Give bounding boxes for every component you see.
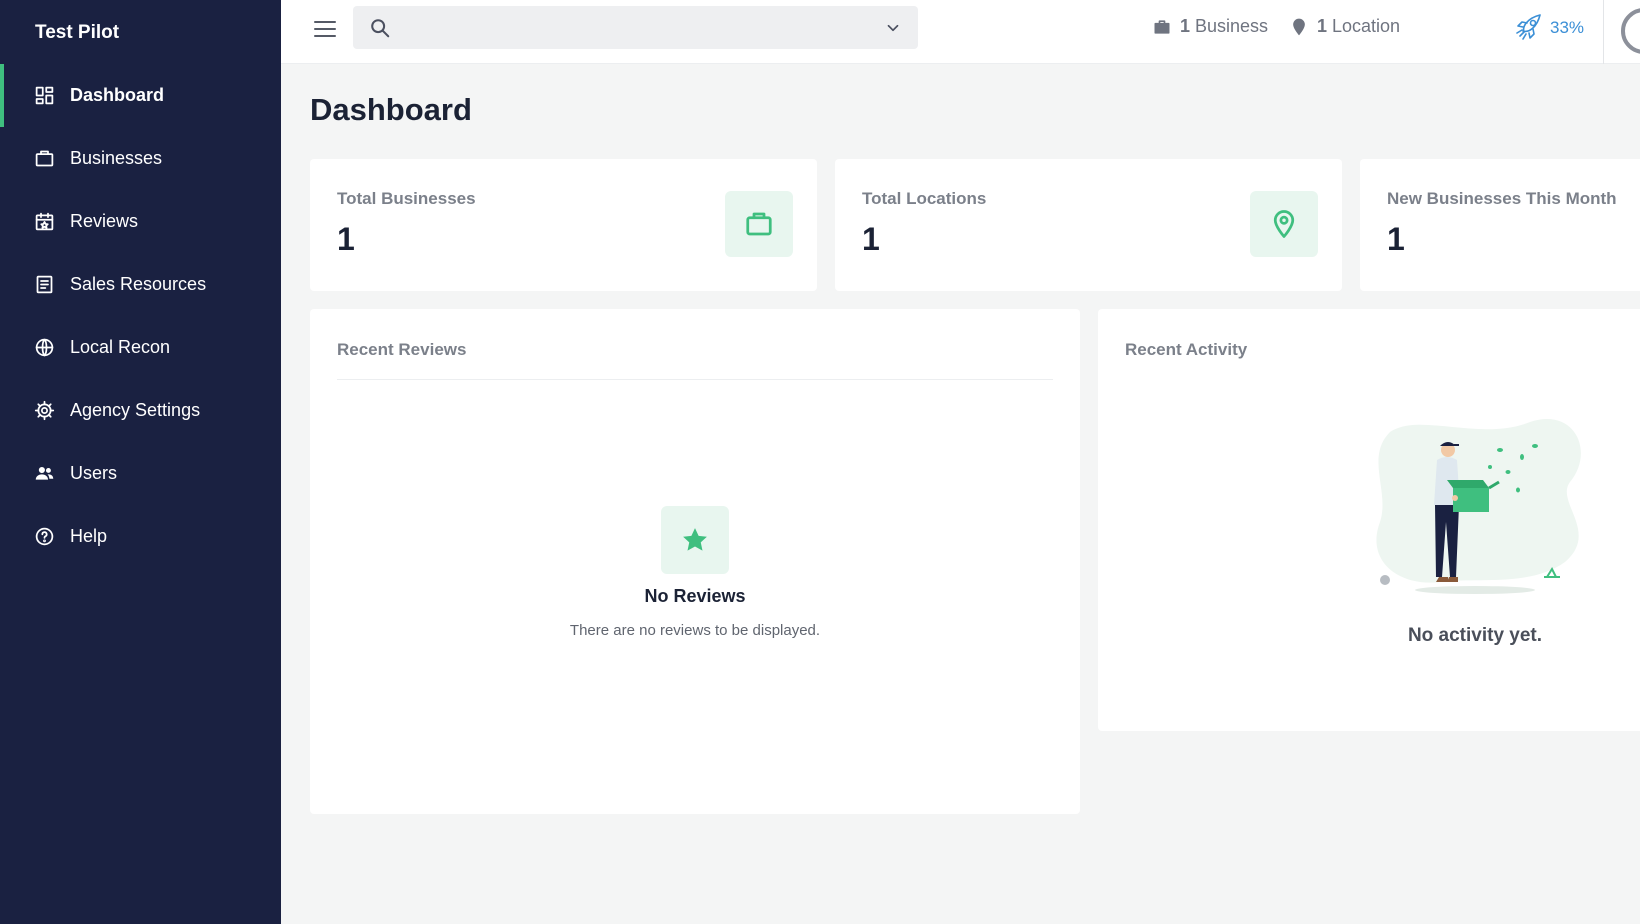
briefcase-icon [1152, 17, 1172, 37]
stat-label: New Businesses This Month [1387, 189, 1617, 208]
map-pin-icon [1289, 17, 1309, 37]
globe-icon [33, 337, 55, 359]
empty-state-text: No activity yet. [1407, 625, 1543, 646]
sidebar-item-sales-resources[interactable]: Sales Resources [0, 253, 281, 316]
page-title: Dashboard [310, 92, 472, 127]
business-count: 1 [1180, 16, 1191, 36]
gear-icon [33, 400, 55, 422]
sidebar-item-help[interactable]: Help [0, 505, 281, 568]
calendar-star-icon [33, 211, 55, 233]
sidebar-item-label: Reviews [70, 211, 139, 231]
stat-card-total-locations: Total Locations 1 [835, 159, 1342, 291]
search-select[interactable] [353, 6, 918, 49]
sidebar-item-agency-settings[interactable]: Agency Settings [0, 379, 281, 442]
stat-card-total-businesses: Total Businesses 1 [310, 159, 817, 291]
sidebar-item-users[interactable]: Users [0, 442, 281, 505]
top-bar: 1 Business 1 Location 33% [281, 0, 1640, 64]
users-icon [33, 463, 55, 485]
sidebar-item-label: Local Recon [70, 337, 171, 357]
sidebar-item-label: Agency Settings [70, 400, 201, 420]
business-counter[interactable]: 1 Business [1152, 16, 1268, 37]
divider [337, 379, 1053, 380]
panel-title: Recent Activity [1125, 340, 1248, 359]
briefcase-icon [33, 148, 55, 170]
stat-value: 1 [1387, 221, 1405, 257]
location-counter[interactable]: 1 Location [1289, 16, 1400, 37]
star-icon [661, 506, 729, 574]
business-count-label: Business [1195, 16, 1269, 36]
brand-name[interactable]: Test Pilot [35, 22, 119, 44]
sidebar-item-label: Sales Resources [70, 274, 207, 294]
panel-title: Recent Reviews [337, 340, 467, 359]
sidebar-item-label: Dashboard [70, 85, 165, 105]
help-icon [33, 526, 55, 548]
location-count: 1 [1317, 16, 1328, 36]
hamburger-menu-icon[interactable] [314, 21, 336, 43]
search-icon [369, 17, 391, 39]
sidebar: Test Pilot Dashboard Businesses Reviews … [0, 0, 281, 924]
onboarding-progress[interactable]: 33% [1510, 10, 1584, 46]
stat-label: Total Businesses [337, 189, 476, 208]
map-pin-icon [1250, 191, 1318, 257]
rocket-icon [1510, 10, 1546, 46]
sidebar-item-businesses[interactable]: Businesses [0, 127, 281, 190]
empty-box-illustration [1360, 412, 1590, 602]
recent-reviews-panel: Recent Reviews No Reviews There are no r… [310, 309, 1080, 814]
sidebar-nav: Dashboard Businesses Reviews Sales Resou… [0, 64, 281, 568]
sidebar-item-label: Users [70, 463, 118, 483]
sidebar-item-label: Help [70, 526, 108, 546]
briefcase-icon [725, 191, 793, 257]
recent-activity-panel: Recent Activity No activity yet. [1098, 309, 1640, 731]
topbar-divider [1603, 0, 1604, 64]
stat-value: 1 [337, 221, 355, 257]
dashboard-icon [33, 85, 55, 107]
sidebar-item-reviews[interactable]: Reviews [0, 190, 281, 253]
empty-state-text: There are no reviews to be displayed. [569, 622, 821, 639]
document-icon [33, 274, 55, 296]
sidebar-item-dashboard[interactable]: Dashboard [0, 64, 281, 127]
chevron-down-icon[interactable] [884, 19, 902, 37]
stat-label: Total Locations [862, 189, 987, 208]
sidebar-item-local-recon[interactable]: Local Recon [0, 316, 281, 379]
sidebar-item-label: Businesses [70, 148, 163, 168]
search-input[interactable] [403, 6, 863, 49]
empty-state-title: No Reviews [644, 586, 746, 606]
progress-percent: 33% [1550, 18, 1585, 37]
location-count-label: Location [1332, 16, 1401, 36]
stat-value: 1 [862, 221, 880, 257]
stat-card-new-businesses: New Businesses This Month 1 [1360, 159, 1640, 291]
avatar[interactable] [1621, 8, 1640, 54]
